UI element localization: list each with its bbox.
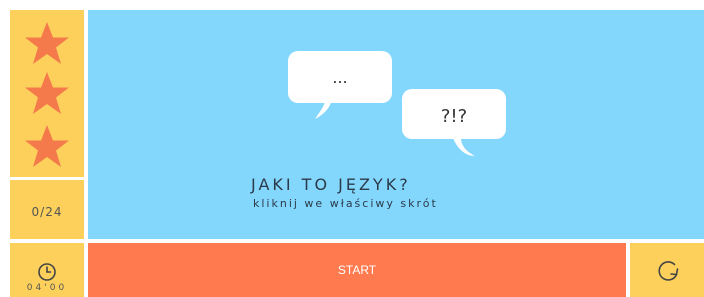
restart-icon [658, 261, 679, 281]
page-title: JAKI TO JĘZYK? [251, 175, 411, 194]
star-icon [25, 125, 69, 167]
start-button-label: START [337, 263, 377, 277]
star-icon [25, 22, 69, 64]
score-counter: 0/24 [31, 204, 63, 219]
bubble-text-1: ... [332, 68, 347, 87]
score-panel: 0/24 [10, 180, 84, 239]
page-subtitle: kliknij we właściwy skrót [253, 197, 438, 210]
timer-readout: 04'00 [26, 283, 68, 293]
star-icon [25, 72, 69, 114]
timer-panel: 04'00 [10, 243, 84, 297]
speech-bubble-icon: ... [288, 51, 392, 119]
start-button[interactable]: START [88, 243, 626, 297]
clock-icon [38, 263, 56, 281]
bubble-text-2: ?!? [441, 106, 467, 127]
restart-button[interactable] [630, 243, 704, 297]
stars-panel [10, 10, 84, 177]
speech-bubble-icon: ?!? [402, 89, 506, 156]
main-panel: ... ?!? JAKI TO JĘZYK? kliknij we właści… [88, 10, 704, 239]
